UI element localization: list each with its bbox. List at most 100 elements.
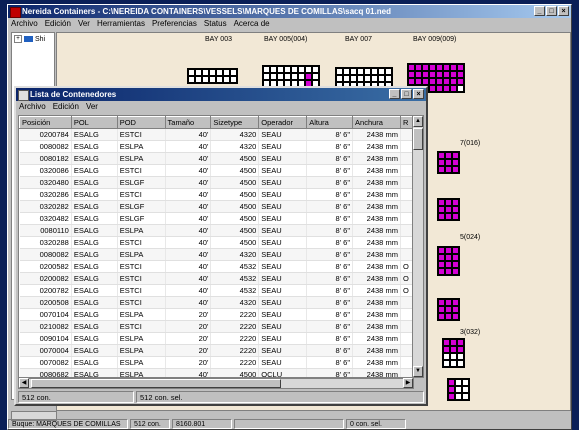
container-slot[interactable]: [450, 85, 457, 92]
container-slot[interactable]: [422, 71, 429, 78]
container-slot[interactable]: [230, 69, 237, 76]
list-maximize-button[interactable]: □: [401, 89, 412, 99]
container-slot[interactable]: [443, 78, 450, 85]
table-row[interactable]: 0200582 ESALG ESTCI 40' 4532 SEAU 8' 6" 2438 mm…: [19, 260, 413, 273]
container-slot[interactable]: [445, 206, 452, 213]
bay-grid[interactable]: [437, 298, 460, 321]
scroll-up-arrow-icon[interactable]: ▲: [413, 116, 423, 127]
container-slot[interactable]: [445, 261, 452, 268]
container-slot[interactable]: [445, 313, 452, 320]
container-slot[interactable]: [443, 71, 450, 78]
container-table[interactable]: Posición POL POD Tamaño Sizetype Operado…: [18, 115, 414, 378]
container-slot[interactable]: [445, 166, 452, 173]
container-slot[interactable]: [291, 66, 298, 73]
container-slot[interactable]: [422, 78, 429, 85]
table-row[interactable]: 0320480 ESALG ESLGF 40' 4500 SEAU 8' 6" 2438 mm: [19, 176, 413, 189]
container-slot[interactable]: [448, 386, 455, 393]
container-slot[interactable]: [457, 346, 464, 353]
minimize-button[interactable]: _: [534, 6, 545, 16]
container-slot[interactable]: [450, 339, 457, 346]
container-slot[interactable]: [445, 299, 452, 306]
table-row[interactable]: 0320482 ESALG ESLGF 40' 4500 SEAU 8' 6" 2438 mm: [19, 212, 413, 225]
container-slot[interactable]: [343, 68, 350, 75]
container-slot[interactable]: [455, 379, 462, 386]
container-slot[interactable]: [336, 75, 343, 82]
container-slot[interactable]: [195, 69, 202, 76]
container-slot[interactable]: [445, 306, 452, 313]
container-slot[interactable]: [436, 78, 443, 85]
container-slot[interactable]: [429, 85, 436, 92]
scroll-right-arrow-icon[interactable]: ▶: [403, 378, 413, 388]
table-row[interactable]: 0080082 ESALG ESLPA 40' 4320 SEAU 8' 6" 2438 mm: [19, 248, 413, 261]
container-slot[interactable]: [438, 206, 445, 213]
tree-node-ship[interactable]: + Shi: [12, 33, 54, 45]
container-slot[interactable]: [371, 68, 378, 75]
container-slot[interactable]: [364, 75, 371, 82]
container-slot[interactable]: [364, 68, 371, 75]
main-title-bar[interactable]: Nereida Containers - C:\NEREIDA CONTAINE…: [8, 5, 571, 18]
container-slot[interactable]: [270, 73, 277, 80]
container-slot[interactable]: [209, 69, 216, 76]
menu-edicion[interactable]: Edición: [45, 18, 71, 30]
container-slot[interactable]: [438, 299, 445, 306]
table-row[interactable]: 0080110 ESALG ESLPA 40' 4500 SEAU 8' 6" 2438 mm: [19, 224, 413, 237]
container-slot[interactable]: [457, 85, 464, 92]
container-slot[interactable]: [457, 71, 464, 78]
table-row[interactable]: 0200082 ESALG ESTCI 40' 4532 SEAU 8' 6" 2438 mm…: [19, 272, 413, 285]
hscroll-thumb[interactable]: [31, 379, 281, 388]
container-slot[interactable]: [415, 71, 422, 78]
container-slot[interactable]: [457, 353, 464, 360]
container-slot[interactable]: [438, 268, 445, 275]
container-slot[interactable]: [445, 213, 452, 220]
scroll-thumb[interactable]: [413, 128, 423, 150]
container-slot[interactable]: [448, 393, 455, 400]
col-header-pod[interactable]: POD: [116, 116, 166, 129]
list-menu-ver[interactable]: Ver: [86, 101, 98, 113]
container-slot[interactable]: [436, 71, 443, 78]
container-slot[interactable]: [438, 166, 445, 173]
container-slot[interactable]: [188, 76, 195, 83]
container-slot[interactable]: [457, 64, 464, 71]
container-slot[interactable]: [378, 68, 385, 75]
container-slot[interactable]: [450, 353, 457, 360]
container-slot[interactable]: [270, 66, 277, 73]
container-slot[interactable]: [438, 254, 445, 261]
container-slot[interactable]: [202, 69, 209, 76]
container-slot[interactable]: [438, 213, 445, 220]
table-row[interactable]: 0080182 ESALG ESLPA 40' 4500 SEAU 8' 6" 2438 mm: [19, 152, 413, 165]
table-row[interactable]: 0320288 ESALG ESTCI 40' 4500 SEAU 8' 6" 2438 mm: [19, 236, 413, 249]
list-menu-archivo[interactable]: Archivo: [19, 101, 46, 113]
container-slot[interactable]: [312, 66, 319, 73]
bay-grid[interactable]: [437, 198, 460, 221]
menu-ver[interactable]: Ver: [78, 18, 90, 30]
container-slot[interactable]: [452, 254, 459, 261]
list-close-button[interactable]: ×: [413, 89, 424, 99]
container-slot[interactable]: [438, 159, 445, 166]
container-slot[interactable]: [378, 75, 385, 82]
container-slot[interactable]: [284, 73, 291, 80]
container-slot[interactable]: [452, 199, 459, 206]
container-slot[interactable]: [209, 76, 216, 83]
container-slot[interactable]: [452, 206, 459, 213]
container-slot[interactable]: [443, 360, 450, 367]
container-slot[interactable]: [312, 73, 319, 80]
menu-acerca-de[interactable]: Acerca de: [234, 18, 270, 30]
container-slot[interactable]: [408, 78, 415, 85]
container-slot[interactable]: [457, 78, 464, 85]
bay-grid[interactable]: [187, 68, 238, 84]
container-slot[interactable]: [429, 78, 436, 85]
container-slot[interactable]: [452, 213, 459, 220]
col-header-tamano[interactable]: Tamaño: [164, 116, 212, 129]
maximize-button[interactable]: □: [546, 6, 557, 16]
container-slot[interactable]: [443, 64, 450, 71]
table-row[interactable]: 0210082 ESALG ESTCI 20' 2220 SEAU 8' 6" 2438 mm: [19, 320, 413, 333]
container-slot[interactable]: [438, 261, 445, 268]
menu-archivo[interactable]: Archivo: [11, 18, 38, 30]
table-row[interactable]: 0200782 ESALG ESTCI 40' 4532 SEAU 8' 6" 2438 mm…: [19, 284, 413, 297]
table-row[interactable]: 0200508 ESALG ESTCI 40' 4320 SEAU 8' 6" 2438 mm: [19, 296, 413, 309]
container-slot[interactable]: [385, 68, 392, 75]
container-slot[interactable]: [445, 152, 452, 159]
container-slot[interactable]: [443, 85, 450, 92]
container-slot[interactable]: [298, 73, 305, 80]
container-slot[interactable]: [445, 254, 452, 261]
